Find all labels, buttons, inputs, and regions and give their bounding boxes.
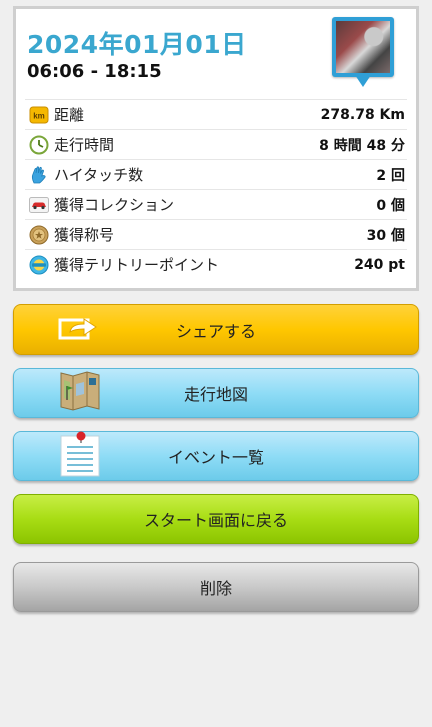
folded-map-icon xyxy=(58,370,102,416)
drive-time-range: 06:06 - 18:15 xyxy=(27,61,162,82)
stat-value-territory-points: 240 pt xyxy=(354,256,405,273)
stat-value-collection: 0 個 xyxy=(376,197,405,214)
drive-map-button[interactable]: 走行地図 xyxy=(13,368,419,418)
stat-row-distance: km 距離 278.78 Km xyxy=(25,99,407,129)
delete-button[interactable]: 削除 xyxy=(13,562,419,612)
stat-row-drive-time: 走行時間 8 時間 48 分 xyxy=(25,129,407,159)
event-list-button[interactable]: イベント一覧 xyxy=(13,431,419,481)
stat-value-high-five: 2 回 xyxy=(376,167,405,184)
stat-value-drive-time: 8 時間 48 分 xyxy=(319,137,405,154)
spot-point-icon xyxy=(29,255,49,275)
stat-label-collection: 獲得コレクション xyxy=(54,196,175,214)
photo-frame xyxy=(332,17,394,77)
svg-text:km: km xyxy=(33,111,45,120)
stat-label-high-five: ハイタッチ数 xyxy=(54,166,144,184)
memo-pin-icon xyxy=(58,431,102,481)
stat-value-distance: 278.78 Km xyxy=(320,106,405,123)
stat-value-titles: 30 個 xyxy=(366,227,405,244)
photo-thumbnail[interactable] xyxy=(332,17,394,89)
stat-label-drive-time: 走行時間 xyxy=(54,136,115,154)
car-collection-icon xyxy=(29,195,49,215)
drive-date: 2024年01月01日 xyxy=(27,30,247,59)
map-pin-tip xyxy=(355,75,371,87)
stat-row-territory-points: 獲得テリトリーポイント 240 pt xyxy=(25,249,407,279)
stat-row-titles: 獲得称号 30 個 xyxy=(25,219,407,249)
clock-icon xyxy=(29,135,49,155)
medal-icon xyxy=(29,225,49,245)
share-button-label: シェアする xyxy=(175,321,256,341)
back-to-start-button-label: スタート画面に戻る xyxy=(143,511,288,530)
stat-row-collection: 獲得コレクション 0 個 xyxy=(25,189,407,219)
back-to-start-button[interactable]: スタート画面に戻る xyxy=(13,494,419,544)
high-five-hand-icon xyxy=(29,165,49,185)
drive-summary-card: 2024年01月01日 06:06 - 18:15 km 距離 278.78 K… xyxy=(13,6,419,291)
stat-row-high-five: ハイタッチ数 2 回 xyxy=(25,159,407,189)
photo-image xyxy=(336,21,390,73)
km-badge-icon: km xyxy=(29,105,49,125)
drive-map-button-label: 走行地図 xyxy=(183,385,248,404)
stats-list: km 距離 278.78 Km 走行時間 8 時間 48 分 ハイタッチ数 2 … xyxy=(25,99,407,279)
event-list-button-label: イベント一覧 xyxy=(167,448,264,467)
share-arrow-icon xyxy=(58,315,100,345)
stat-label-territory-points: 獲得テリトリーポイント xyxy=(54,256,220,274)
stat-label-titles: 獲得称号 xyxy=(54,226,115,244)
share-button[interactable]: シェアする xyxy=(13,304,419,355)
stat-label-distance: 距離 xyxy=(54,106,85,124)
delete-button-label: 削除 xyxy=(199,579,232,598)
